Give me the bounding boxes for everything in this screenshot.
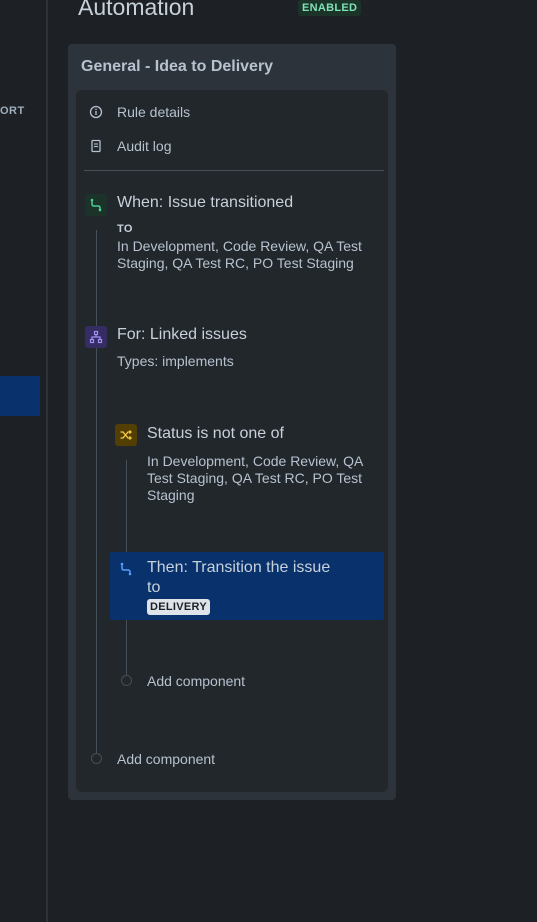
rule-details-label: Rule details <box>117 104 191 120</box>
transition-icon <box>115 558 137 580</box>
trigger-title: When: Issue transitioned <box>117 194 294 211</box>
trigger-to-label: TO <box>117 223 133 235</box>
add-component-outer-button[interactable]: Add component <box>117 751 215 767</box>
audit-log-link[interactable]: Audit log <box>89 134 171 158</box>
rule-details-link[interactable]: Rule details <box>89 100 190 124</box>
target-status-lozenge: DELIVERY <box>147 599 211 615</box>
add-component-inner-button[interactable]: Add component <box>147 673 245 689</box>
condition-statuses: In Development, Code Review, QA Test Sta… <box>147 453 363 503</box>
action-component[interactable]: Then: Transition the issue to DELIVERY <box>110 552 384 620</box>
branch-title: For: Linked issues <box>117 326 247 343</box>
action-to-text: to <box>147 579 161 596</box>
trigger-statuses: In Development, Code Review, QA Test Sta… <box>117 238 362 271</box>
nav-item-label[interactable]: ORT <box>0 105 25 117</box>
transition-icon <box>85 194 107 216</box>
info-icon <box>89 105 103 119</box>
add-component-dot[interactable] <box>121 675 132 686</box>
rule-panel: General - Idea to Delivery Rule details … <box>68 44 396 800</box>
rule-name: General - Idea to Delivery <box>81 58 274 75</box>
nav-selected-item[interactable] <box>0 376 40 416</box>
action-title: Then: Transition the issue <box>147 559 331 576</box>
document-icon <box>89 139 103 153</box>
branch-types: Types: implements <box>117 353 234 369</box>
condition-title: Status is not one of <box>147 425 284 442</box>
add-component-dot[interactable] <box>91 753 102 764</box>
branch-icon <box>85 326 107 348</box>
status-badge: ENABLED <box>298 0 362 16</box>
divider <box>84 170 384 171</box>
page-title: Automation <box>78 0 195 20</box>
flow-connector <box>96 230 97 760</box>
shuffle-icon <box>115 424 137 446</box>
audit-log-label: Audit log <box>117 138 172 154</box>
rule-builder: Rule details Audit log When: Issue trans… <box>76 90 388 792</box>
left-navigation: ORT <box>0 0 48 922</box>
